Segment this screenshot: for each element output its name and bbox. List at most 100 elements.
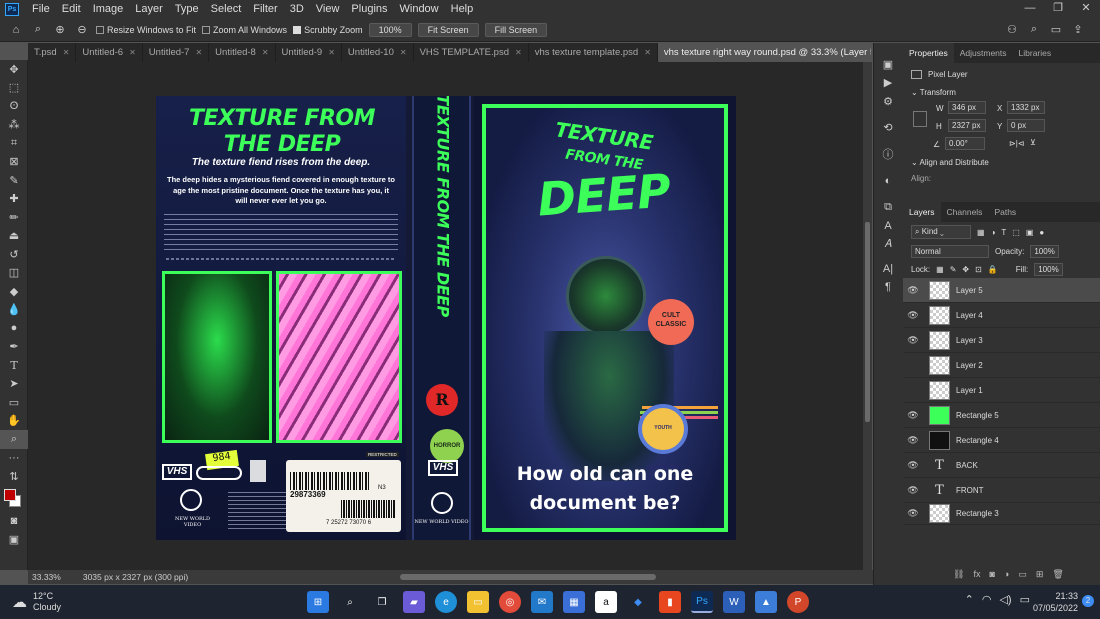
tab-doc-0[interactable]: T.psd ✕ [28, 43, 77, 62]
amazon-icon[interactable]: a [595, 591, 617, 613]
close-icon[interactable]: ✕ [63, 48, 70, 57]
history-icon[interactable]: ⟲ [874, 119, 902, 138]
layer-row[interactable]: 👁 Rectangle 4 [903, 428, 1100, 453]
explorer-icon[interactable]: ▭ [467, 591, 489, 613]
kind-filter[interactable]: ⌕ Kind ⌄ [911, 225, 971, 239]
close-icon[interactable]: ✕ [129, 48, 136, 57]
eye-icon[interactable]: 👁 [903, 410, 923, 421]
tab-doc-3[interactable]: Untitled-8 ✕ [209, 43, 276, 62]
eye-icon[interactable]: 👁 [903, 435, 923, 446]
path-select-icon[interactable]: ➤ [0, 375, 28, 394]
office-icon[interactable]: ▮ [659, 591, 681, 613]
layer-row[interactable]: Layer 2 [903, 353, 1100, 378]
link-icon[interactable] [913, 111, 927, 127]
close-icon[interactable]: ✕ [1072, 0, 1100, 18]
type-tool-icon[interactable]: T [0, 356, 28, 375]
share-export-icon[interactable]: ⇪ [1070, 21, 1086, 37]
filter-adjust-icon[interactable]: ◑ [991, 228, 996, 237]
tab-doc-4[interactable]: Untitled-9 ✕ [276, 43, 342, 62]
tab-paths[interactable]: Paths [988, 202, 1022, 222]
brush-tool-icon[interactable]: ✏ [0, 208, 28, 227]
info-icon[interactable]: ⓘ [874, 145, 902, 164]
eye-icon[interactable]: 👁 [903, 285, 923, 296]
zoom-tool-icon[interactable]: ⌕ [30, 22, 46, 38]
clone-source-icon[interactable]: ⧉ [874, 198, 902, 217]
close-icon[interactable]: ✕ [195, 48, 202, 57]
quick-mask-icon[interactable]: ◙ [0, 512, 28, 531]
zoom-out-icon[interactable]: ⊖ [74, 22, 90, 38]
filter-toggle-icon[interactable]: ● [1039, 228, 1044, 237]
menu-file[interactable]: File [26, 3, 56, 15]
color-swatches[interactable] [0, 486, 27, 512]
word-icon[interactable]: W [723, 591, 745, 613]
notification-badge[interactable]: 2 [1082, 595, 1094, 607]
transform-header[interactable]: ⌄ Transform [903, 85, 1100, 101]
more-tools-icon[interactable]: ··· [0, 449, 28, 468]
flip-h-icon[interactable]: ⊳|⊲ [1009, 139, 1024, 148]
fit-screen-button[interactable]: Fit Screen [417, 22, 479, 37]
stamp-tool-icon[interactable]: ⏏ [0, 227, 28, 246]
eye-icon[interactable]: 👁 [903, 335, 923, 346]
task-view-icon[interactable]: ❐ [371, 591, 393, 613]
y-field[interactable]: 0 px [1007, 119, 1045, 132]
weather-widget[interactable]: ☁ 12°C Cloudy [12, 591, 282, 613]
zoom-all-windows-checkbox[interactable]: Zoom All Windows [202, 25, 287, 35]
history-brush-icon[interactable]: ↺ [0, 245, 28, 264]
scroll-thumb-h[interactable] [400, 574, 656, 580]
lock-pixels-icon[interactable]: ✎ [950, 265, 957, 274]
chrome-icon[interactable]: ◎ [499, 591, 521, 613]
filter-type-icon[interactable]: T [1001, 228, 1006, 237]
mask-icon[interactable]: ◙ [989, 569, 994, 580]
menu-select[interactable]: Select [205, 3, 248, 15]
close-icon[interactable]: ✕ [644, 48, 651, 57]
menu-type[interactable]: Type [169, 3, 205, 15]
frame-tool-icon[interactable]: ⊠ [0, 153, 28, 172]
photoshop-taskbar-icon[interactable]: Ps [691, 591, 713, 613]
minimize-icon[interactable]: — [1016, 0, 1044, 18]
brush-presets-icon[interactable]: ◐ [874, 172, 902, 191]
mail-icon[interactable]: ✉ [531, 591, 553, 613]
search-icon[interactable]: ⌕ [339, 591, 361, 613]
photoshop-icon[interactable]: Ps [5, 2, 19, 16]
lock-all-icon[interactable]: 🔒 [988, 265, 998, 274]
menu-help[interactable]: Help [445, 3, 480, 15]
delete-icon[interactable]: 🗑 [1052, 569, 1063, 580]
menu-layer[interactable]: Layer [129, 3, 169, 15]
fill-field[interactable]: 100% [1034, 262, 1063, 276]
align-header[interactable]: ⌄ Align and Distribute [903, 155, 1100, 171]
opacity-field[interactable]: 100% [1030, 244, 1059, 258]
eraser-icon[interactable]: ◫ [0, 264, 28, 283]
layer-row[interactable]: 👁 Layer 4 [903, 303, 1100, 328]
new-layer-icon[interactable]: ⊞ [1036, 569, 1044, 580]
paragraph-icon[interactable]: ¶ [874, 278, 902, 297]
scroll-thumb[interactable] [865, 222, 870, 422]
flip-v-icon[interactable]: ⊻ [1030, 138, 1036, 147]
tab-libraries[interactable]: Libraries [1013, 43, 1058, 63]
layer-row[interactable]: 👁 Layer 5 [903, 278, 1100, 303]
eye-icon[interactable]: 👁 [903, 508, 923, 519]
chevron-up-icon[interactable]: ⌃ [965, 593, 974, 606]
move-tool-icon[interactable]: ✥ [0, 60, 28, 79]
menu-window[interactable]: Window [394, 3, 445, 15]
eye-icon[interactable]: 👁 [903, 460, 923, 471]
marquee-tool-icon[interactable]: ⬚ [0, 79, 28, 98]
tab-channels[interactable]: Channels [941, 202, 989, 222]
edge-icon[interactable]: e [435, 591, 457, 613]
teams-icon[interactable]: ▰ [403, 591, 425, 613]
height-field[interactable]: 2327 px [948, 119, 986, 132]
x-field[interactable]: 1332 px [1007, 101, 1045, 114]
lock-transparent-icon[interactable]: ▦ [936, 265, 944, 274]
tab-properties[interactable]: Properties [903, 43, 954, 63]
vertical-scrollbar[interactable] [863, 62, 872, 570]
tab-doc-6[interactable]: VHS TEMPLATE.psd ✕ [414, 43, 529, 62]
magic-wand-icon[interactable]: ⁂ [0, 116, 28, 135]
play-actions-icon[interactable]: ▶ [874, 74, 902, 93]
menu-plugins[interactable]: Plugins [345, 3, 393, 15]
share-icon[interactable]: ⚇ [1004, 21, 1020, 37]
edit-toolbar-icon[interactable]: ⇅ [0, 467, 28, 486]
close-icon[interactable]: ✕ [515, 48, 522, 57]
lock-artboard-icon[interactable]: ⊡ [975, 265, 982, 274]
store-icon[interactable]: ▦ [563, 591, 585, 613]
adjustment-icon[interactable]: ◑ [1004, 569, 1009, 580]
layer-row[interactable]: 👁 T BACK [903, 453, 1100, 478]
